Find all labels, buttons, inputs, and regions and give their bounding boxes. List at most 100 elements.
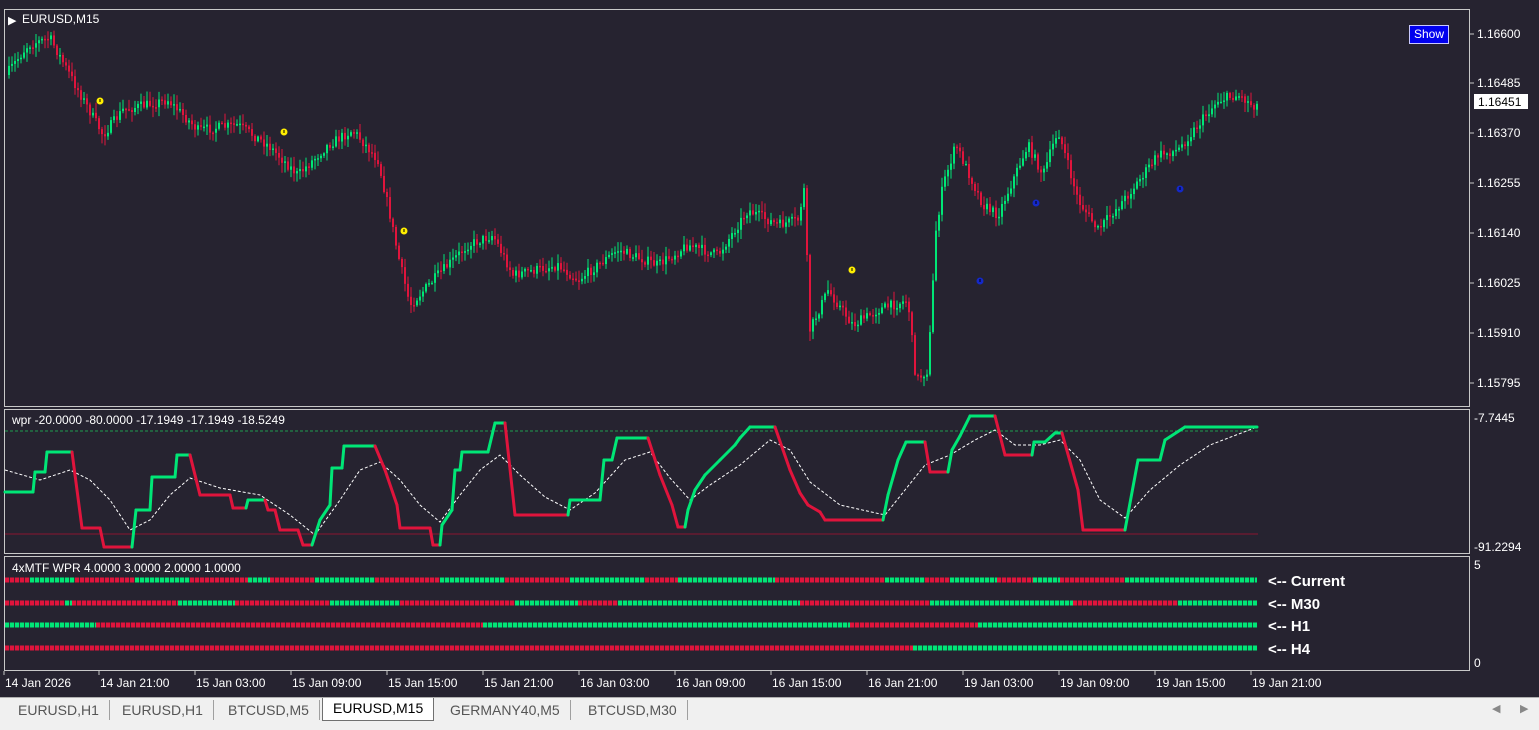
wpr-segment: [1030, 440, 1036, 457]
candle-body: [998, 216, 1000, 219]
candle-body: [947, 169, 949, 177]
candle-body: [50, 35, 52, 40]
candle-body: [521, 271, 523, 278]
candle-body: [776, 222, 778, 224]
candle-body: [38, 40, 40, 44]
candle-body: [695, 244, 697, 248]
current-price-label: 1.16451: [1478, 95, 1522, 109]
candle-body: [464, 251, 466, 253]
candle-body: [437, 270, 439, 274]
candle-body: [392, 218, 394, 227]
candle-body: [260, 136, 262, 140]
candle-body: [818, 314, 820, 319]
candle-body: [587, 267, 589, 277]
candle-body: [860, 315, 862, 325]
candle-body: [455, 255, 457, 258]
candle-body: [989, 203, 991, 213]
tab-btcusd-m5[interactable]: BTCUSD,M5: [218, 700, 320, 720]
candle-body: [1199, 125, 1201, 129]
candle-body: [569, 274, 571, 279]
tab-eurusd-h1-1[interactable]: EURUSD,H1: [8, 700, 110, 720]
chart-symbol-title: EURUSD,M15: [22, 12, 100, 26]
candle-body: [1187, 141, 1189, 147]
mtf-label-h1: <-- H1: [1268, 618, 1310, 635]
candle-body: [950, 163, 952, 170]
tab-scroll-left-icon[interactable]: ◀: [1492, 702, 1500, 715]
candle-body: [623, 250, 625, 254]
mtf-label-m30: <-- M30: [1268, 596, 1320, 613]
tab-eurusd-m15[interactable]: EURUSD,M15: [322, 698, 435, 721]
tab-germany40-m5[interactable]: GERMANY40,M5: [440, 700, 571, 720]
candle-body: [293, 166, 295, 174]
candle-body: [1148, 164, 1150, 168]
candle-body: [314, 158, 316, 161]
candle-body: [935, 230, 937, 281]
candle-body: [71, 71, 73, 77]
candle-body: [395, 226, 397, 246]
candle-body: [956, 146, 958, 149]
candle-body: [32, 47, 34, 49]
candle-body: [479, 243, 481, 245]
tab-scroll-right-icon[interactable]: ▶: [1520, 702, 1528, 715]
candle-body: [821, 299, 823, 315]
candle-body: [1247, 101, 1249, 103]
candle-body: [827, 290, 829, 294]
candle-body: [1067, 153, 1069, 161]
candle-body: [335, 136, 337, 147]
candle-body: [848, 316, 850, 323]
candle-body: [1037, 154, 1039, 170]
candle-body: [1157, 155, 1159, 158]
candle-body: [1214, 104, 1216, 109]
candle-body: [1205, 114, 1207, 117]
candle-body: [254, 135, 256, 142]
candle-body: [164, 100, 166, 105]
candle-body: [281, 157, 283, 163]
candle-body: [488, 240, 490, 242]
candle-body: [641, 259, 643, 263]
candle-body: [1055, 138, 1057, 144]
candle-body: [1049, 149, 1051, 163]
candle-body: [1238, 96, 1240, 98]
candle-body: [332, 146, 334, 148]
candle-body: [1178, 147, 1180, 150]
candle-body: [221, 122, 223, 125]
candle-body: [656, 260, 658, 266]
time-label: 19 Jan 09:00: [1060, 676, 1130, 690]
tab-btcusd-m30[interactable]: BTCUSD,M30: [578, 700, 688, 720]
candle-body: [458, 251, 460, 256]
candle-body: [785, 222, 787, 227]
candle-body: [593, 272, 595, 276]
candle-body: [974, 183, 976, 191]
candle-body: [890, 300, 892, 308]
candle-body: [416, 300, 418, 306]
candle-body: [353, 132, 355, 134]
candle-body: [1133, 188, 1135, 195]
candle-body: [443, 264, 445, 272]
candle-body: [632, 257, 634, 259]
chart-window[interactable]: ▶ EURUSD,M15 1.16600 1.16485 1.16370 1.1625…: [0, 0, 1539, 697]
show-button[interactable]: Show: [1409, 25, 1449, 44]
candle-body: [791, 216, 793, 219]
candle-body: [359, 132, 361, 140]
wpr-segment: [173, 453, 179, 479]
candle-body: [704, 244, 706, 255]
candle-body: [1043, 168, 1045, 173]
candle-body: [68, 65, 70, 72]
candle-body: [707, 254, 709, 257]
candle-body: [185, 114, 187, 123]
candle-body: [1061, 137, 1063, 145]
candle-body: [563, 269, 565, 271]
candle-body: [767, 218, 769, 225]
candle-body: [389, 197, 391, 219]
mtf-label-current: <-- Current: [1268, 573, 1345, 590]
candle-body: [899, 303, 901, 309]
candle-body: [1139, 178, 1141, 182]
candle-body: [743, 217, 745, 220]
time-label: 15 Jan 09:00: [292, 676, 362, 690]
candle-body: [746, 215, 748, 219]
candle-body: [53, 35, 55, 46]
tab-eurusd-h1-2[interactable]: EURUSD,H1: [112, 700, 214, 720]
price-label: 1.15910: [1477, 326, 1521, 340]
candle-body: [773, 220, 775, 223]
candle-body: [365, 144, 367, 147]
